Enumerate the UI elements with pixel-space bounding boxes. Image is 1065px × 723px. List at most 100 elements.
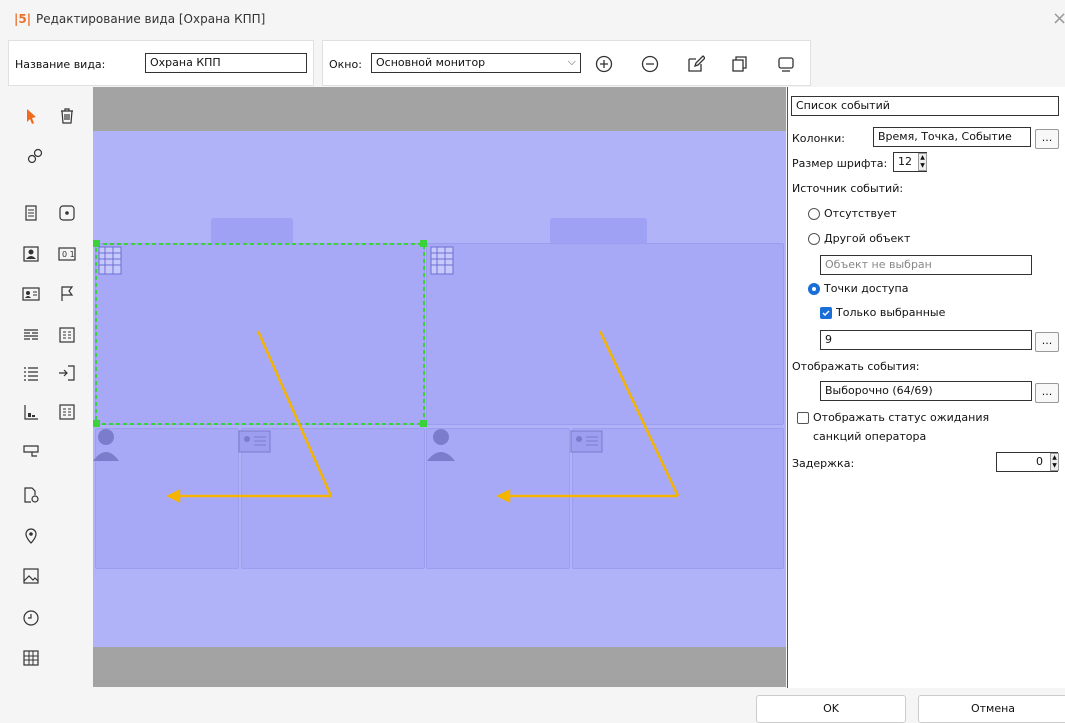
cancel-button[interactable]: Отмена	[918, 695, 1065, 723]
window-title: Редактирование вида [Охрана КПП]	[36, 12, 266, 26]
flow-arrow	[496, 330, 680, 504]
ok-button[interactable]: OK	[756, 695, 906, 723]
document-lock-icon	[24, 487, 39, 503]
selection-handle	[420, 240, 427, 247]
view-name-input[interactable]: Охрана КПП	[145, 53, 307, 73]
tool-indicator[interactable]	[56, 202, 78, 224]
clock-icon	[23, 610, 39, 626]
delay-label: Задержка:	[792, 457, 855, 470]
dialog-footer: OK Отмена	[0, 688, 1065, 723]
font-size-value: 12	[898, 155, 912, 168]
duplicate-window-button[interactable]	[729, 53, 751, 75]
sanction-status-label-line1: Отображать статус ожидания	[813, 411, 990, 424]
source-other-label: Другой объект	[824, 232, 911, 245]
minus-circle-icon	[641, 55, 659, 73]
tool-text-lines[interactable]	[20, 324, 42, 346]
tool-person-photo[interactable]	[20, 243, 42, 265]
dot-square-icon	[59, 205, 75, 221]
columns-browse-button[interactable]: ...	[1035, 129, 1059, 149]
monitor-icon	[778, 57, 794, 72]
tool-palette: 0 1	[0, 87, 93, 687]
view-name-panel: Название вида: Охрана КПП	[8, 40, 314, 86]
properties-panel: Список событий Колонки: Время, Точка, Со…	[787, 87, 1065, 688]
object-input[interactable]: Объект не выбран	[820, 255, 1032, 275]
window-select-value: Основной монитор	[376, 56, 486, 69]
tool-camera[interactable]	[20, 440, 42, 462]
tool-chart[interactable]	[20, 401, 42, 423]
selected-points-input[interactable]: 9	[820, 330, 1032, 350]
tool-counter[interactable]: 0 1	[56, 243, 78, 265]
window-label: Окно:	[329, 58, 362, 71]
delay-spinner[interactable]: ▲ ▼	[1050, 453, 1059, 471]
font-size-label: Размер шрифта:	[792, 157, 888, 170]
add-window-button[interactable]	[593, 53, 615, 75]
tool-location[interactable]	[20, 525, 42, 547]
delay-value: 0	[1036, 455, 1043, 468]
edit-window-button[interactable]	[685, 53, 707, 75]
text-lines-icon	[24, 329, 38, 340]
tool-document[interactable]	[20, 202, 42, 224]
tool-event-list[interactable]	[56, 401, 78, 423]
camera-icon	[23, 445, 39, 457]
location-pin-icon	[25, 528, 37, 544]
remove-window-button[interactable]	[639, 53, 661, 75]
tool-clock[interactable]	[20, 607, 42, 629]
table-icon	[59, 327, 75, 343]
selected-points-browse-button[interactable]: ...	[1035, 332, 1059, 352]
window-select[interactable]: Основной монитор ⌵	[371, 53, 581, 73]
flow-arrow	[166, 330, 333, 504]
checkmark-icon	[822, 310, 830, 317]
table-icon	[430, 246, 454, 275]
door-enter-icon	[59, 365, 75, 381]
source-other-radio[interactable]	[808, 233, 820, 245]
sanction-status-checkbox[interactable]	[797, 412, 809, 424]
tool-entry[interactable]	[56, 362, 78, 384]
delete-tool[interactable]	[56, 105, 78, 127]
design-canvas[interactable]	[93, 87, 786, 687]
tool-list[interactable]	[20, 362, 42, 384]
counter-icon: 0 1	[58, 247, 76, 261]
canvas-overlay	[93, 240, 680, 504]
link-icon	[27, 148, 43, 164]
plus-circle-icon	[595, 55, 613, 73]
image-icon	[23, 568, 39, 584]
columns-label: Колонки:	[792, 132, 845, 145]
trash-icon	[61, 108, 73, 124]
selection-handle	[93, 240, 100, 247]
title-bar: |5| Редактирование вида [Охрана КПП] ×	[0, 0, 1065, 38]
source-none-label: Отсутствует	[824, 207, 897, 220]
person-silhouette-icon	[93, 429, 119, 461]
view-name-label: Название вида:	[15, 58, 106, 71]
app-logo: |5|	[14, 12, 32, 26]
source-access-points-radio[interactable]	[808, 283, 820, 295]
tool-table[interactable]	[56, 324, 78, 346]
select-tool[interactable]	[20, 105, 42, 127]
grid-icon	[23, 650, 39, 666]
tool-flag[interactable]	[56, 283, 78, 305]
tool-document-lock[interactable]	[20, 484, 42, 506]
only-selected-checkbox[interactable]	[820, 307, 832, 319]
element-name-input[interactable]: Список событий	[791, 96, 1059, 116]
tool-image[interactable]	[20, 565, 42, 587]
id-card-icon	[238, 430, 271, 453]
event-list-icon	[59, 404, 75, 420]
event-source-label: Источник событий:	[792, 182, 904, 195]
tool-grid[interactable]	[20, 647, 42, 669]
tool-id-card[interactable]	[20, 283, 42, 305]
monitor-button[interactable]	[775, 53, 797, 75]
display-events-browse-button[interactable]: ...	[1035, 383, 1059, 403]
svg-text:0 1: 0 1	[62, 250, 75, 259]
source-access-points-label: Точки доступа	[824, 282, 909, 295]
link-tool[interactable]	[24, 145, 46, 167]
columns-input[interactable]: Время, Точка, Событие	[873, 127, 1031, 147]
display-events-input[interactable]: Выборочно (64/69)	[820, 381, 1032, 401]
source-none-radio[interactable]	[808, 208, 820, 220]
chevron-down-icon: ⌵	[567, 55, 576, 68]
delay-input[interactable]: 0	[996, 452, 1058, 472]
list-icon	[24, 367, 38, 381]
cursor-arrow-icon	[27, 109, 36, 124]
person-photo-icon	[23, 246, 39, 262]
selection-handle	[93, 420, 100, 427]
font-size-spinner[interactable]: ▲ ▼	[918, 153, 927, 171]
close-icon[interactable]: ×	[1052, 8, 1065, 29]
